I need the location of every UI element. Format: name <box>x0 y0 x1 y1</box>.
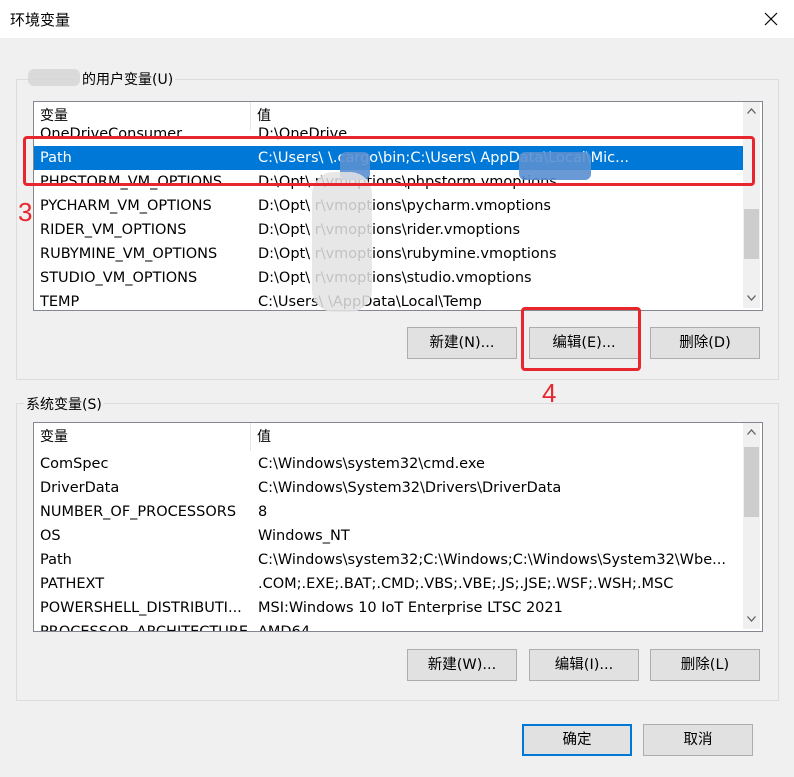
table-row[interactable]: STUDIO_VM_OPTIONS D:\Opt\ r\vmoptions\stu… <box>34 266 743 290</box>
window-title: 环境变量 <box>10 11 71 29</box>
user-new-button[interactable]: 新建(N)... <box>407 327 517 359</box>
table-row[interactable]: PATHEXT .COM;.EXE;.BAT;.CMD;.VBS;.VBE;.JS… <box>34 572 743 596</box>
user-delete-button[interactable]: 删除(D) <box>650 327 760 359</box>
variable-value: .COM;.EXE;.BAT;.CMD;.VBS;.VBE;.JS;.JSE;.… <box>258 576 674 592</box>
variable-name: POWERSHELL_DISTRIBUTI... <box>40 600 242 616</box>
ok-button[interactable]: 确定 <box>522 724 632 756</box>
table-row[interactable]: ComSpec C:\Windows\system32\cmd.exe <box>34 452 743 476</box>
variable-value: C:\Windows\system32;C:\Windows;C:\Window… <box>258 552 726 568</box>
table-row[interactable]: RIDER_VM_OPTIONS D:\Opt\ r\vmoptions\ride… <box>34 218 743 242</box>
redacted-username <box>28 69 80 86</box>
variable-name: NUMBER_OF_PROCESSORS <box>40 504 237 520</box>
scroll-thumb[interactable] <box>744 447 759 517</box>
system-vars-scrollbar[interactable] <box>743 423 760 629</box>
chevron-up-icon <box>747 107 756 114</box>
variable-value: C:\Windows\System32\Drivers\DriverData <box>258 480 562 496</box>
redacted-user-values <box>312 172 372 312</box>
variable-name: Path <box>40 552 72 568</box>
variable-name: RUBYMINE_VM_OPTIONS <box>40 246 218 262</box>
variable-name: STUDIO_VM_OPTIONS <box>40 270 198 286</box>
table-row[interactable]: POWERSHELL_DISTRIBUTI... MSI:Windows 10 I… <box>34 596 743 620</box>
variable-value: MSI:Windows 10 IoT Enterprise LTSC 2021 <box>258 600 563 616</box>
table-row[interactable]: Path C:\Windows\system32;C:\Windows;C:\Wi… <box>34 548 743 572</box>
close-icon <box>764 12 778 26</box>
variable-name: PYCHARM_VM_OPTIONS <box>40 198 212 214</box>
table-row[interactable]: OS Windows_NT <box>34 524 743 548</box>
cancel-button[interactable]: 取消 <box>643 724 753 756</box>
user-vars-label: 的用户变量(U) <box>80 69 176 89</box>
chevron-down-icon <box>747 615 756 622</box>
system-vars-label: 系统变量(S) <box>24 394 104 414</box>
title-bar: 环境变量 <box>0 0 794 38</box>
column-header-name[interactable]: 变量 <box>34 423 251 451</box>
column-header-value[interactable]: 值 <box>251 423 743 451</box>
system-delete-button[interactable]: 删除(L) <box>650 649 760 681</box>
annotation-box-edit <box>521 307 641 371</box>
chevron-up-icon <box>747 428 756 435</box>
system-edit-button[interactable]: 编辑(I)... <box>529 649 639 681</box>
system-vars-header: 变量 值 <box>34 423 743 451</box>
system-new-button[interactable]: 新建(W)... <box>407 649 517 681</box>
user-vars-scrollbar[interactable] <box>743 102 760 308</box>
close-button[interactable] <box>748 0 794 38</box>
scroll-down-arrow[interactable] <box>743 610 760 627</box>
variable-value: 8 <box>258 504 268 520</box>
table-row[interactable]: PYCHARM_VM_OPTIONS D:\Opt\ r\vmoptions\py… <box>34 194 743 218</box>
scroll-up-arrow[interactable] <box>743 423 760 440</box>
variable-name: DriverData <box>40 480 120 496</box>
variable-name: PATHEXT <box>40 576 105 592</box>
variable-value: Windows_NT <box>258 528 350 544</box>
variable-value: C:\Windows\system32\cmd.exe <box>258 456 485 472</box>
table-row[interactable]: PROCESSOR_ARCHITECTURE AMD64 <box>34 620 743 632</box>
system-vars-list[interactable]: 变量 值 ComSpec C:\Windows\system32\cmd.exe D… <box>33 422 763 632</box>
table-row[interactable]: NUMBER_OF_PROCESSORS 8 <box>34 500 743 524</box>
variable-name: TEMP <box>40 294 80 310</box>
variable-value: AMD64 <box>258 624 311 632</box>
annotation-step-4: 4 <box>542 378 557 408</box>
variable-name: OS <box>40 528 61 544</box>
scroll-down-arrow[interactable] <box>743 289 760 306</box>
scroll-up-arrow[interactable] <box>743 102 760 119</box>
annotation-step-3: 3 <box>18 197 33 227</box>
variable-name: PROCESSOR_ARCHITECTURE <box>40 624 249 632</box>
scroll-thumb[interactable] <box>744 209 759 259</box>
user-vars-list[interactable]: 变量 值 OneDriveConsumer D:\OneDrive Path C:\U… <box>33 101 763 311</box>
table-row[interactable]: RUBYMINE_VM_OPTIONS D:\Opt\ r\vmoptions\r… <box>34 242 743 266</box>
chevron-down-icon <box>747 294 756 301</box>
variable-name: ComSpec <box>40 456 109 472</box>
table-row[interactable]: DriverData C:\Windows\System32\Drivers\Dr… <box>34 476 743 500</box>
variable-name: RIDER_VM_OPTIONS <box>40 222 187 238</box>
annotation-box-path <box>23 136 755 186</box>
